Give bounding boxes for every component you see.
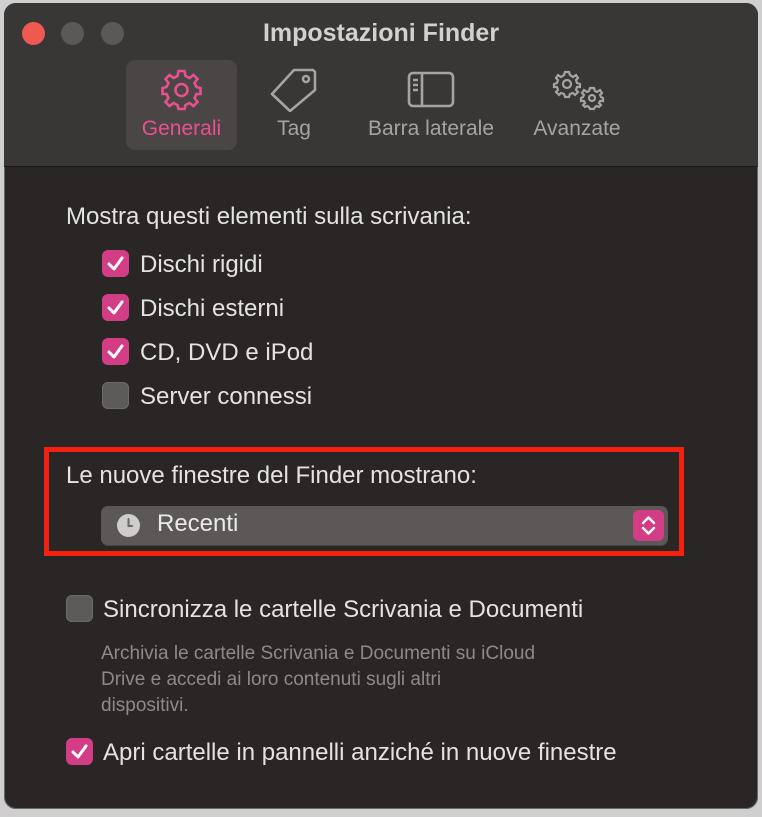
checkmark-icon bbox=[107, 344, 124, 359]
sync-description: Archivia le cartelle Scrivania e Documen… bbox=[101, 641, 621, 719]
toolbar: Impostazioni Finder Generali Tag Barra l… bbox=[4, 3, 758, 167]
checkbox-server-connessi[interactable] bbox=[102, 382, 129, 409]
tab-label: Generali bbox=[141, 117, 222, 140]
gear-icon bbox=[126, 68, 237, 112]
checkbox-dischi-esterni[interactable] bbox=[102, 294, 129, 321]
checkmark-icon bbox=[107, 256, 124, 271]
checkbox-label: Sincronizza le cartelle Scrivania e Docu… bbox=[103, 596, 584, 623]
tab-label: Avanzate bbox=[533, 117, 621, 140]
settings-content: Mostra questi elementi sulla scrivania: … bbox=[4, 167, 758, 809]
checkbox-label: Dischi esterni bbox=[140, 295, 285, 322]
chevron-updown-icon bbox=[633, 510, 664, 541]
checkbox-label: Server connessi bbox=[140, 383, 313, 410]
checkbox-label: CD, DVD e iPod bbox=[140, 339, 314, 366]
new-windows-popup[interactable]: Recenti bbox=[101, 506, 668, 545]
popup-value: Recenti bbox=[157, 510, 239, 537]
description-line: Archivia le cartelle Scrivania e Documen… bbox=[101, 643, 536, 664]
desktop-items-heading: Mostra questi elementi sulla scrivania: bbox=[66, 203, 472, 230]
checkbox-cd-dvd-ipod[interactable] bbox=[102, 338, 129, 365]
checkbox-apri-in-pannelli[interactable] bbox=[66, 738, 93, 765]
clock-icon bbox=[117, 514, 140, 537]
tab-label: Barra laterale bbox=[367, 117, 495, 140]
checkbox-sincronizza[interactable] bbox=[66, 595, 93, 622]
description-line: dispositivi. bbox=[101, 695, 189, 716]
tab-avanzate[interactable]: Avanzate bbox=[522, 60, 632, 150]
description-line: Drive e accedi ai loro contenuti sugli a… bbox=[101, 669, 442, 690]
checkbox-label: Dischi rigidi bbox=[140, 251, 263, 278]
tab-label: Tag bbox=[277, 117, 311, 140]
checkmark-icon bbox=[107, 300, 124, 315]
window-title: Impostazioni Finder bbox=[262, 19, 500, 47]
tab-generali[interactable]: Generali bbox=[126, 60, 237, 150]
sidebar-icon bbox=[356, 68, 506, 112]
new-windows-label: Le nuove finestre del Finder mostrano: bbox=[66, 462, 477, 489]
gears-icon bbox=[522, 68, 632, 112]
checkbox-label: Apri cartelle in pannelli anziché in nuo… bbox=[103, 739, 617, 766]
checkbox-dischi-rigidi[interactable] bbox=[102, 250, 129, 277]
tab-tag[interactable]: Tag bbox=[244, 60, 344, 150]
checkmark-icon bbox=[71, 744, 88, 759]
tab-barra-laterale[interactable]: Barra laterale bbox=[356, 60, 506, 150]
tag-icon bbox=[244, 68, 344, 113]
finder-settings-window: Impostazioni Finder Generali Tag Barra l… bbox=[4, 3, 758, 809]
